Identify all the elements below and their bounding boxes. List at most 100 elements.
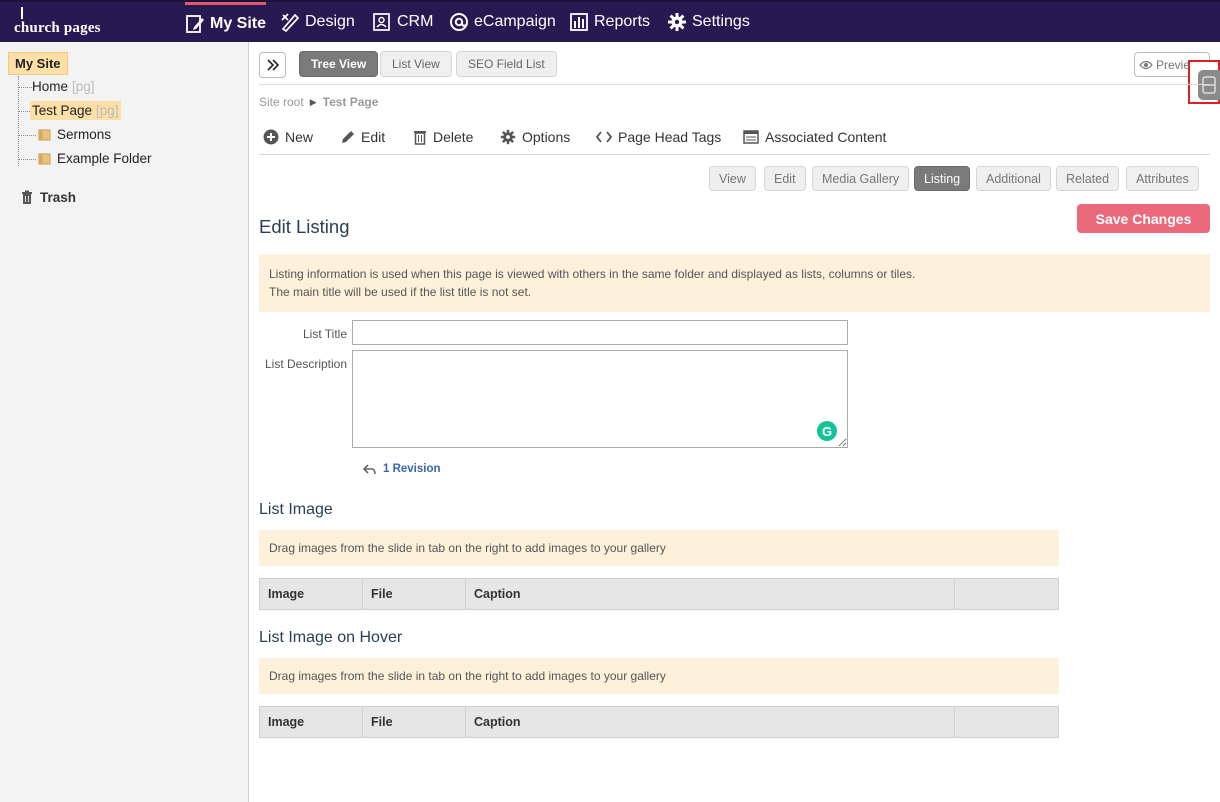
breadcrumb-root[interactable]: Site root [259,95,304,109]
toolbar-divider [259,84,1210,85]
logo-spire [21,7,23,19]
tree-connector [18,135,36,136]
nav-design[interactable]: Design [280,2,355,42]
tree-item-test-page[interactable]: Test Page [pg] [30,101,121,120]
page-type-badge: [pg] [96,103,119,118]
list-image-hover-note: Drag images from the slide in tab on the… [259,658,1059,694]
at-sign-icon [450,13,468,31]
action-label: Associated Content [765,129,887,145]
bar-chart-icon [570,13,588,31]
tab-list-view[interactable]: List View [380,51,452,77]
action-label: Edit [361,129,386,145]
action-label: Page Head Tags [618,129,722,145]
tab-tree-view[interactable]: Tree View [299,51,379,77]
nav-my-site[interactable]: My Site [185,2,267,42]
media-tab-handle-icon [1198,70,1220,100]
listing-info-note: Listing information is used when this pa… [259,254,1210,312]
tree-connector [18,159,36,160]
nav-crm[interactable]: CRM [372,2,433,42]
subtab-edit[interactable]: Edit [764,166,806,191]
list-description-label: List Description [265,357,348,371]
save-changes-button[interactable]: Save Changes [1077,204,1210,233]
nav-label: CRM [397,13,434,30]
action-bar-divider [259,154,1210,155]
tree-connector [18,76,19,166]
eye-icon [1139,60,1153,69]
revision-link[interactable]: 1 Revision [363,463,441,475]
trash-label: Trash [40,190,77,205]
edit-page-icon [186,14,204,33]
revision-label: 1 Revision [383,463,441,475]
column-header: Caption [465,578,955,610]
column-header: File [362,706,466,738]
action-label: New [285,129,314,145]
tree-item-sermons[interactable]: Sermons [38,127,111,142]
church-pages-logo[interactable]: church pages [14,7,101,36]
list-window-icon [743,130,759,144]
nav-label: My Site [210,14,267,32]
options-button[interactable]: Options [500,129,570,145]
double-chevron-right-icon [266,59,279,71]
tree-item-example-folder[interactable]: Example Folder [38,151,152,166]
design-tools-icon [281,13,300,32]
edit-button[interactable]: Edit [340,129,385,145]
folder-icon [38,129,51,141]
media-slide-in-tab[interactable] [1188,60,1220,104]
list-title-input[interactable] [352,320,848,345]
code-brackets-icon [596,131,612,143]
folder-icon [38,153,51,165]
column-header [954,706,1059,738]
site-tree-sidebar: My Site Home [pg] Test Page [pg] Sermons E… [0,42,249,802]
list-image-hover-table: Image File Caption [259,706,1059,738]
nav-label: Settings [692,13,750,30]
breadcrumb: Site root ▶ Test Page [259,95,378,109]
subtab-related[interactable]: Related [1056,166,1120,191]
tree-connector [18,87,32,88]
action-label: Options [522,129,571,145]
nav-ecampaign[interactable]: eCampaign [449,2,556,42]
pencil-icon [342,130,354,143]
top-nav-bar: church pages My Site Design CRM eCampaig… [0,0,1220,42]
tree-item-label: Example Folder [57,151,152,166]
subtab-view[interactable]: View [709,166,756,191]
page-head-tags-button[interactable]: Page Head Tags [596,129,721,145]
tree-item-home[interactable]: Home [pg] [32,79,95,94]
subtab-additional[interactable]: Additional [976,166,1051,191]
reply-arrow-icon [363,463,376,474]
new-button[interactable]: New [263,129,313,145]
column-header: Image [259,578,363,610]
list-description-textarea[interactable] [352,350,848,448]
nav-settings[interactable]: Settings [667,2,750,42]
list-title-label: List Title [303,327,348,341]
gear-icon [500,129,516,145]
grammarly-icon[interactable]: G [817,421,837,441]
list-image-hover-heading: List Image on Hover [259,629,403,646]
tab-seo-field-list[interactable]: SEO Field List [456,51,557,77]
info-text: The main title will be used if the list … [269,285,532,299]
breadcrumb-arrow-icon: ▶ [309,96,317,107]
expand-sidebar-button[interactable] [259,52,286,78]
column-header: Image [259,706,363,738]
column-header [954,578,1059,610]
tree-root-my-site[interactable]: My Site [8,52,68,75]
action-label: Delete [433,129,474,145]
breadcrumb-current: Test Page [322,95,379,109]
list-image-table: Image File Caption [259,578,1059,610]
delete-button[interactable]: Delete [413,129,473,145]
nav-label: Design [305,13,355,30]
list-image-note: Drag images from the slide in tab on the… [259,530,1059,566]
subtab-attributes[interactable]: Attributes [1126,166,1199,191]
nav-reports[interactable]: Reports [569,2,650,42]
list-image-heading: List Image [259,501,333,518]
subtab-media-gallery[interactable]: Media Gallery [812,166,910,191]
info-text: Listing information is used when this pa… [269,267,916,281]
tree-item-label: Sermons [57,127,112,142]
column-header: File [362,578,466,610]
table-header-row: Image File Caption [259,578,1059,610]
tree-item-trash[interactable]: Trash [20,190,76,205]
gear-icon [668,13,686,31]
tree-item-label: Home [32,79,69,94]
nav-label: Reports [594,13,651,30]
subtab-listing[interactable]: Listing [914,166,971,191]
associated-content-button[interactable]: Associated Content [743,129,886,145]
